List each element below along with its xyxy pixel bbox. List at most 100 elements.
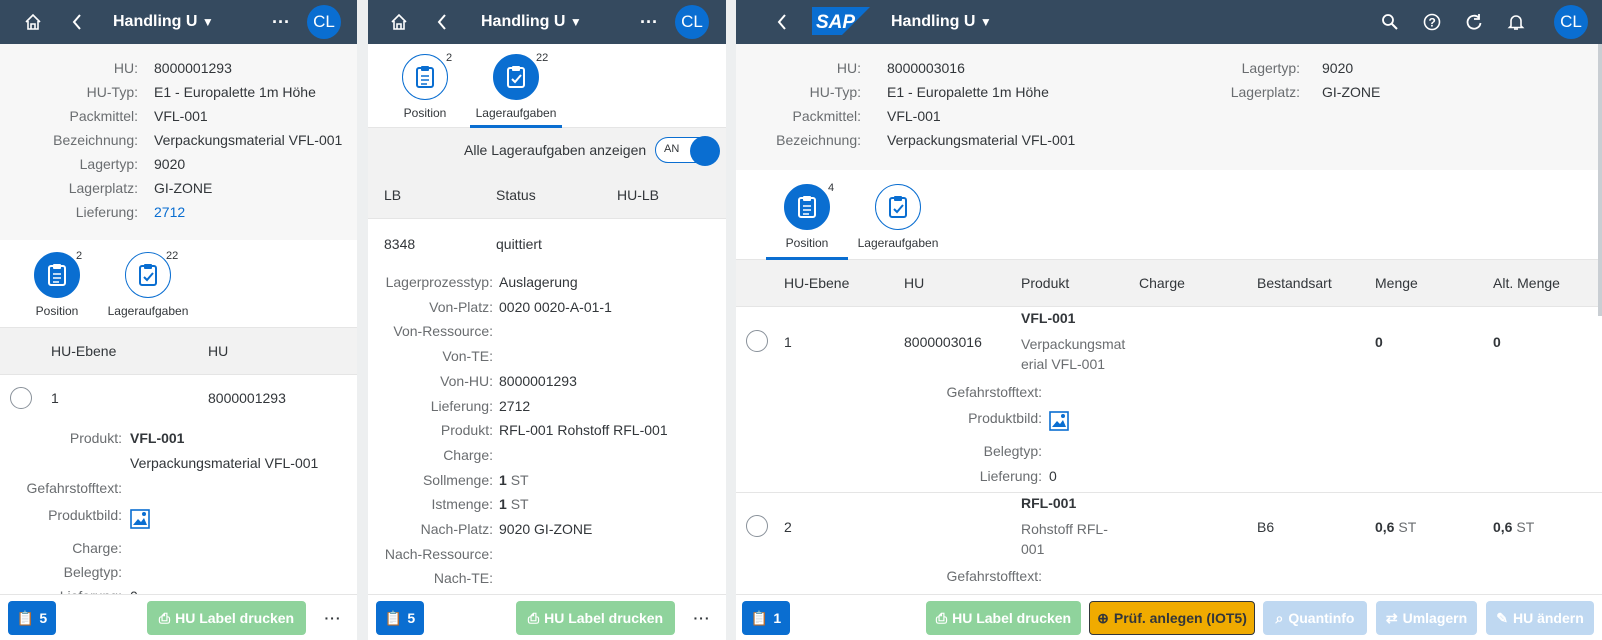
scrollbar[interactable] [1598, 44, 1602, 316]
home-icon[interactable] [384, 0, 414, 44]
quantity-number: 1 [499, 496, 507, 513]
field-value: 0020 0020-A-01-1 [499, 298, 612, 315]
app-title[interactable]: Handling U ▼ [113, 0, 214, 44]
umlagern-button[interactable]: ⇄ Umlagern [1376, 601, 1477, 635]
tab-position[interactable]: 2 Position [16, 250, 98, 334]
help-icon[interactable]: ? [1418, 0, 1446, 44]
field-label: Packmittel: [69, 108, 138, 124]
back-icon[interactable] [63, 0, 91, 44]
shell-bar: Handling U ▼ ··· CL [368, 0, 726, 44]
app-title[interactable]: Handling U ▼ [891, 0, 992, 44]
print-hu-label-button[interactable]: ⎙ HU Label drucken [516, 601, 675, 635]
field-value: 2712 [499, 397, 531, 414]
refresh-icon[interactable] [1460, 0, 1488, 44]
table-header: HU-Ebene HU [0, 328, 357, 375]
notifications-bell-icon[interactable] [1502, 0, 1530, 44]
row-select-radio[interactable] [746, 330, 768, 352]
footer-toolbar: 📋 5 ⎙ HU Label drucken ··· [368, 594, 726, 640]
field-value: 8000001293 [499, 372, 577, 389]
tab-lageraufgaben[interactable]: 22 Lageraufgaben [102, 250, 194, 318]
change-hu-button[interactable]: ✎ HU ändern [1486, 601, 1594, 635]
button-label: Umlagern [1402, 610, 1468, 626]
button-label: HU Label drucken [175, 610, 295, 626]
tab-lageraufgaben[interactable]: 22 Lageraufgaben [470, 52, 562, 128]
sap-logo[interactable]: SAP [812, 7, 870, 35]
menge-value: 0,6 ST [1375, 519, 1416, 535]
field-value: 1 ST [499, 472, 529, 488]
search-icon[interactable] [1376, 0, 1404, 44]
table-header: HU-Ebene HU Produkt Charge Bestandsart M… [736, 260, 1602, 307]
tab-count: 2 [446, 52, 453, 64]
field-value: GI-ZONE [154, 180, 213, 196]
tab-position[interactable]: 2 Position [384, 52, 466, 120]
overflow-menu-button[interactable]: ··· [318, 601, 348, 635]
app-title-text: Handling U [481, 13, 566, 30]
app-title[interactable]: Handling U ▼ [481, 0, 582, 44]
avatar[interactable]: CL [307, 5, 341, 39]
positions-count-button[interactable]: 📋 5 [8, 601, 56, 635]
row-divider [736, 492, 1602, 493]
print-hu-label-button[interactable]: ⎙ HU Label drucken [926, 601, 1081, 635]
more-icon[interactable]: ··· [266, 0, 296, 44]
overflow-menu-button[interactable]: ··· [687, 601, 717, 635]
gefahrstofftext-label: Gefahrstofftext: [946, 384, 1042, 400]
app-title-text: Handling U [113, 13, 198, 30]
image-icon[interactable] [1049, 411, 1069, 434]
clipboard-icon: 📋 [384, 609, 403, 626]
quantity-unit: ST [510, 471, 529, 488]
quantity-unit: ST [510, 496, 529, 513]
clipboard-icon [34, 252, 80, 298]
field-value: VFL-001 [154, 108, 208, 124]
alt-menge-unit: ST [1516, 519, 1535, 535]
back-icon[interactable] [768, 0, 796, 44]
belegtyp-label: Belegtyp: [983, 443, 1042, 459]
tab-label: Lageraufgaben [475, 106, 557, 120]
image-icon[interactable] [130, 509, 150, 532]
add-document-icon: ⊕ [1097, 609, 1109, 626]
more-icon[interactable]: ··· [634, 0, 664, 44]
show-all-tasks-switch[interactable]: AN [655, 136, 720, 166]
field-label: Bezeichnung: [53, 132, 138, 148]
tab-label: Position [35, 304, 79, 318]
create-inspection-button[interactable]: ⊕ Prüf. anlegen (IOT5) [1089, 601, 1255, 635]
clipboard-icon: 📋 [16, 609, 35, 626]
row-select-radio[interactable] [746, 515, 768, 537]
panel-divider [357, 0, 368, 640]
back-icon[interactable] [428, 0, 456, 44]
field-label: Nach-TE: [433, 570, 493, 587]
field-label: Von-HU: [440, 372, 493, 389]
bestandsart-value: B6 [1257, 519, 1275, 535]
icon-tab-bar: 4 Position Lageraufgaben [736, 170, 1602, 260]
positions-count-button[interactable]: 📋 5 [376, 601, 424, 635]
field-label: Lagerprozesstyp: [385, 274, 493, 290]
avatar[interactable]: CL [675, 5, 709, 39]
tab-position[interactable]: 4 Position [766, 182, 848, 260]
home-icon[interactable] [18, 0, 48, 44]
tab-label: Position [785, 236, 829, 250]
field-value: GI-ZONE [1322, 84, 1381, 100]
column-header: LB [384, 187, 402, 203]
button-label: HU Label drucken [952, 610, 1072, 626]
table-header: LB Status HU-LB [368, 172, 726, 219]
printer-icon: ⎙ [158, 609, 171, 626]
lieferung-link[interactable]: 2712 [154, 204, 185, 220]
hu-value: 8000003016 [904, 334, 982, 350]
field-label: Lagerplatz: [1230, 84, 1300, 100]
column-header: HU [208, 343, 229, 359]
tab-lageraufgaben[interactable]: Lageraufgaben [852, 184, 944, 250]
field-label: HU-Typ: [86, 84, 138, 100]
avatar[interactable]: CL [1554, 5, 1588, 39]
button-label: HU ändern [1512, 610, 1584, 626]
printer-icon: ⎙ [527, 609, 540, 626]
tab-count: 4 [828, 182, 835, 194]
tab-label: Position [403, 106, 447, 120]
column-header: HU [904, 275, 925, 291]
footer-toolbar: 📋 5 ⎙ HU Label drucken ··· [0, 594, 357, 640]
transfer-icon: ⇄ [1385, 609, 1398, 626]
print-hu-label-button[interactable]: ⎙ HU Label drucken [147, 601, 306, 635]
field-value: 9020 GI-ZONE [499, 521, 593, 537]
row-select-radio[interactable] [10, 387, 32, 409]
quantinfo-button[interactable]: ⌕ Quantinfo [1263, 601, 1367, 635]
hu-ebene-value: 1 [784, 334, 792, 350]
positions-count-button[interactable]: 📋 1 [742, 601, 790, 635]
